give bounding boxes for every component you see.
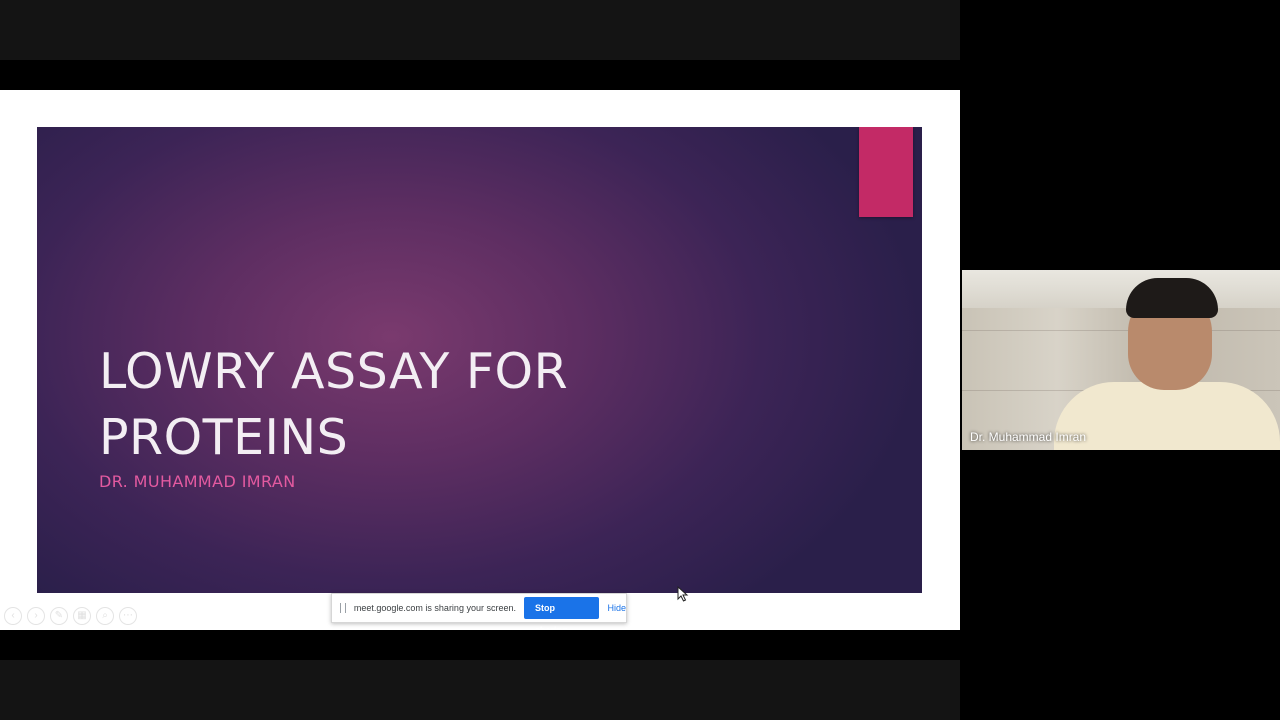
slide-title-line2: PROTEINS [99, 409, 349, 466]
stop-sharing-button[interactable]: Stop sharing [523, 597, 600, 630]
top-letterbox [0, 0, 960, 60]
slide-title-line1: LOWRY ASSAY FOR [99, 343, 569, 400]
meeting-stage: LOWRY ASSAY FOR PROTEINS DR. MUHAMMAD IM… [0, 0, 1280, 720]
participant-body [1054, 382, 1280, 450]
slides-icon[interactable]: ▦ [73, 607, 91, 625]
bottom-letterbox [0, 660, 960, 720]
more-icon[interactable]: ⋯ [119, 607, 137, 625]
slide-subtitle: DR. MUHAMMAD IMRAN [99, 472, 296, 491]
presentation-slide: LOWRY ASSAY FOR PROTEINS DR. MUHAMMAD IM… [37, 127, 922, 593]
hide-button[interactable]: Hide [607, 603, 626, 613]
slideshow-controls: ‹ › ✎ ▦ ⌕ ⋯ [4, 606, 137, 626]
slide-title: LOWRY ASSAY FOR PROTEINS [99, 339, 719, 471]
wall-seam [962, 330, 1280, 331]
participant-hair [1126, 278, 1218, 318]
zoom-icon[interactable]: ⌕ [96, 607, 114, 625]
participant-name: Dr. Muhammad Imran [970, 430, 1087, 444]
share-message: meet.google.com is sharing your screen. [353, 603, 516, 613]
pen-icon[interactable]: ✎ [50, 607, 68, 625]
room-ceiling [962, 270, 1280, 308]
drag-handle-icon[interactable] [340, 603, 346, 613]
previous-icon[interactable]: ‹ [4, 607, 22, 625]
participant-tile[interactable]: Dr. Muhammad Imran [962, 270, 1280, 450]
mouse-cursor-icon [677, 586, 689, 602]
slide-accent-tab [859, 127, 913, 217]
shared-screen: LOWRY ASSAY FOR PROTEINS DR. MUHAMMAD IM… [0, 90, 960, 630]
screen-share-bar: meet.google.com is sharing your screen. … [331, 593, 627, 630]
next-icon[interactable]: › [27, 607, 45, 625]
